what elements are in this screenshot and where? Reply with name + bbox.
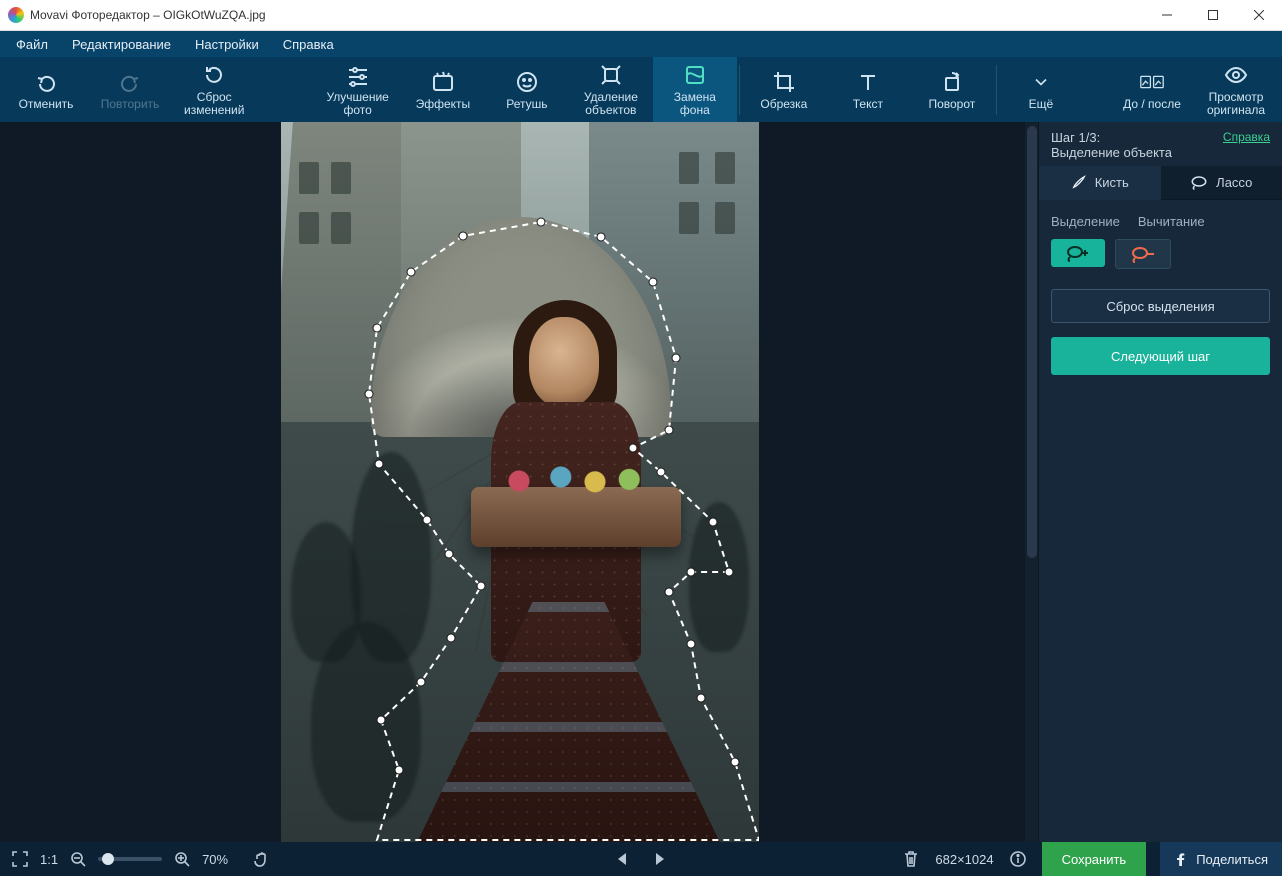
zoom-out-button[interactable]: [68, 849, 88, 869]
background-swap-button[interactable]: Замена фона: [653, 57, 737, 123]
tab-lasso-label: Лассо: [1216, 175, 1252, 190]
undo-button[interactable]: Отменить: [4, 57, 88, 123]
rotate-button[interactable]: Поворот: [910, 57, 994, 123]
tab-lasso[interactable]: Лассо: [1161, 166, 1282, 200]
app-logo-icon: [8, 7, 24, 23]
background-swap-label: Замена фона: [674, 91, 716, 117]
text-label: Текст: [853, 98, 883, 111]
retouch-button[interactable]: Ретушь: [485, 57, 569, 123]
text-button[interactable]: Текст: [826, 57, 910, 123]
effects-button[interactable]: Эффекты: [401, 57, 485, 123]
step-subtitle: Выделение объекта: [1051, 145, 1172, 160]
menu-help[interactable]: Справка: [271, 34, 346, 55]
mode-add-label: Выделение: [1051, 214, 1120, 229]
titlebar: Movavi Фоторедактор – OIGkOtWuZQA.jpg: [0, 0, 1282, 31]
tab-brush[interactable]: Кисть: [1039, 166, 1161, 200]
crop-button[interactable]: Обрезка: [742, 57, 826, 123]
redo-icon: [118, 70, 142, 94]
window-close-button[interactable]: [1236, 0, 1282, 30]
reset-changes-button[interactable]: Сброс изменений: [172, 57, 256, 123]
image-canvas[interactable]: [281, 122, 759, 842]
redo-button[interactable]: Повторить: [88, 57, 172, 123]
more-label: Ещё: [1029, 98, 1054, 111]
menu-file[interactable]: Файл: [4, 34, 60, 55]
brush-icon: [1071, 174, 1087, 190]
eye-icon: [1224, 63, 1248, 87]
rotate-label: Поворот: [928, 98, 975, 111]
lasso-icon: [1190, 175, 1208, 191]
zoom-value: 70%: [202, 852, 228, 867]
reset-icon: [202, 63, 226, 87]
delete-button[interactable]: [901, 849, 921, 869]
before-after-label: До / после: [1123, 98, 1181, 111]
erase-icon: [599, 63, 623, 87]
window-minimize-button[interactable]: [1144, 0, 1190, 30]
sparkle-icon: [431, 70, 455, 94]
face-icon: [515, 70, 539, 94]
redo-label: Повторить: [101, 98, 160, 111]
compare-icon: [1140, 70, 1164, 94]
fullscreen-button[interactable]: [10, 849, 30, 869]
save-button[interactable]: Сохранить: [1042, 842, 1147, 876]
retouch-label: Ретушь: [506, 98, 547, 111]
text-icon: [856, 70, 880, 94]
hand-tool-button[interactable]: [252, 849, 272, 869]
view-original-label: Просмотр оригинала: [1207, 91, 1265, 117]
window-title: Movavi Фоторедактор – OIGkOtWuZQA.jpg: [30, 8, 266, 22]
prev-image-button[interactable]: [612, 849, 632, 869]
object-remove-label: Удаление объектов: [584, 91, 638, 117]
selection-add-button[interactable]: [1051, 239, 1105, 267]
image-dimensions: 682×1024: [935, 852, 993, 867]
selection-subtract-button[interactable]: [1115, 239, 1171, 269]
before-after-button[interactable]: До / после: [1110, 57, 1194, 123]
facebook-icon: [1174, 852, 1188, 866]
panel-help-link[interactable]: Справка: [1223, 130, 1270, 145]
share-label: Поделиться: [1196, 852, 1268, 867]
menu-settings[interactable]: Настройки: [183, 34, 271, 55]
statusbar: 1:1 70% 682×1024 Сохранить: [0, 842, 1282, 876]
effects-label: Эффекты: [416, 98, 471, 111]
object-remove-button[interactable]: Удаление объектов: [569, 57, 653, 123]
crop-label: Обрезка: [760, 98, 807, 111]
enhance-label: Улучшение фото: [326, 91, 388, 117]
rotate-icon: [940, 70, 964, 94]
reset-selection-button[interactable]: Сброс выделения: [1051, 289, 1270, 323]
crop-icon: [772, 70, 796, 94]
enhance-button[interactable]: Улучшение фото: [314, 57, 400, 123]
toolbar-separator: [996, 65, 997, 115]
step-indicator: Шаг 1/3:: [1051, 130, 1172, 145]
main-toolbar: Отменить Повторить Сброс изменений: [0, 57, 1282, 124]
fit-label[interactable]: 1:1: [40, 852, 58, 867]
undo-label: Отменить: [19, 98, 74, 111]
menubar: Файл Редактирование Настройки Справка: [0, 31, 1282, 57]
share-button[interactable]: Поделиться: [1160, 842, 1282, 876]
bgswap-icon: [683, 63, 707, 87]
view-original-button[interactable]: Просмотр оригинала: [1194, 57, 1278, 123]
zoom-slider[interactable]: [98, 857, 162, 861]
info-button[interactable]: [1008, 849, 1028, 869]
mode-sub-label: Вычитание: [1138, 214, 1205, 229]
chevron-down-icon: [1029, 70, 1053, 94]
side-panel: Шаг 1/3: Выделение объекта Справка Кисть…: [1038, 122, 1282, 842]
scrollbar-thumb[interactable]: [1027, 126, 1037, 558]
zoom-in-button[interactable]: [172, 849, 192, 869]
sliders-icon: [346, 63, 370, 87]
vertical-scrollbar[interactable]: [1025, 122, 1039, 842]
reset-label: Сброс изменений: [184, 91, 244, 117]
undo-icon: [34, 70, 58, 94]
tab-brush-label: Кисть: [1095, 175, 1129, 190]
toolbar-separator: [739, 65, 740, 115]
more-button[interactable]: Ещё: [999, 57, 1083, 123]
canvas-area: [0, 122, 1039, 842]
next-step-button[interactable]: Следующий шаг: [1051, 337, 1270, 375]
menu-edit[interactable]: Редактирование: [60, 34, 183, 55]
window-maximize-button[interactable]: [1190, 0, 1236, 30]
next-image-button[interactable]: [650, 849, 670, 869]
